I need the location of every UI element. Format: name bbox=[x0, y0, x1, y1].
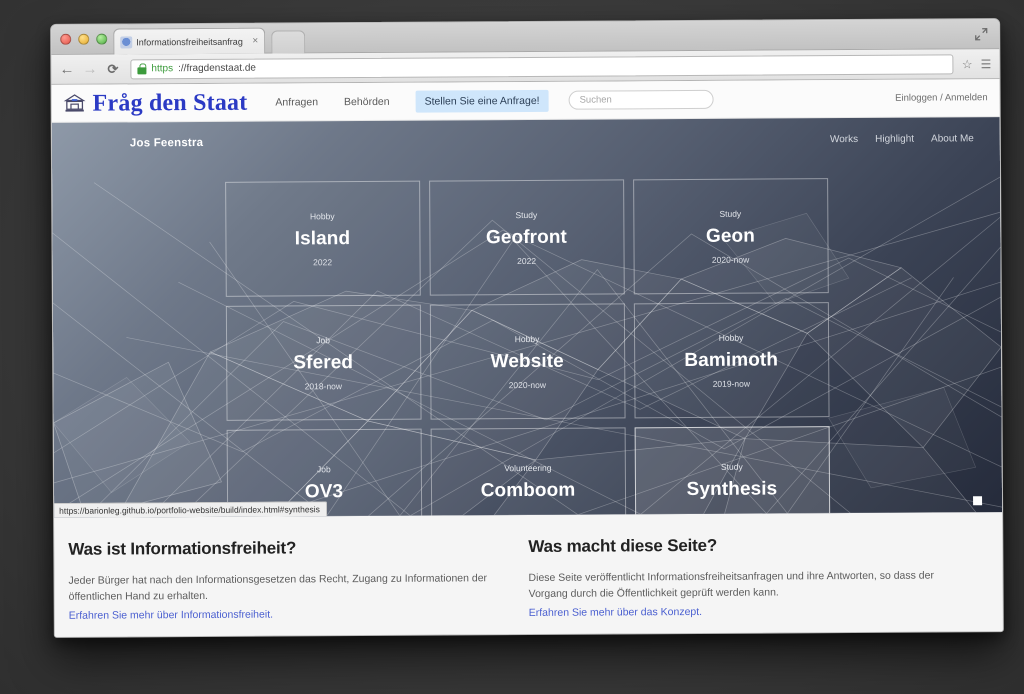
project-category: Hobby bbox=[718, 332, 744, 343]
browser-window: Informationsfreiheitsanfrag × ← → ⟳ http… bbox=[50, 18, 1004, 638]
minimize-window-button[interactable] bbox=[78, 33, 90, 45]
project-year: 2020-now bbox=[711, 254, 750, 265]
info-paragraph: Diese Seite veröffentlicht Informationsf… bbox=[528, 569, 935, 601]
project-year: 2018-now bbox=[304, 380, 343, 391]
project-year: 2019-now bbox=[712, 378, 751, 389]
project-category: Job bbox=[316, 334, 330, 345]
brand-wordmark: Fråg den Staat bbox=[92, 89, 248, 117]
project-category: Study bbox=[719, 208, 742, 219]
nav-item-behoerden[interactable]: Behörden bbox=[344, 95, 390, 107]
portfolio-nav-highlight[interactable]: Highlight bbox=[875, 133, 914, 144]
site-nav: Anfragen Behörden bbox=[275, 95, 389, 108]
scroll-indicator[interactable] bbox=[973, 496, 983, 506]
site-logo[interactable]: Fråg den Staat bbox=[63, 89, 248, 117]
url-text: ://fragdenstaat.de bbox=[178, 62, 256, 75]
project-title: Island bbox=[294, 227, 351, 249]
project-title: Website bbox=[490, 350, 564, 372]
info-paragraph: Jeder Bürger hat nach den Informationsge… bbox=[68, 572, 488, 604]
project-card[interactable]: Study Geon 2020-now bbox=[632, 178, 829, 295]
info-column-right: Was macht diese Seite? Diese Seite veröf… bbox=[528, 534, 989, 621]
project-title: OV3 bbox=[304, 480, 344, 502]
url-scheme: https bbox=[151, 63, 174, 75]
page-viewport: Fråg den Staat Anfragen Behörden Stellen… bbox=[51, 79, 1003, 638]
government-building-icon bbox=[63, 94, 86, 112]
fullscreen-icon[interactable] bbox=[974, 27, 988, 41]
make-request-button[interactable]: Stellen Sie eine Anfrage! bbox=[415, 89, 549, 113]
browser-tab-active[interactable]: Informationsfreiheitsanfrag × bbox=[113, 27, 266, 55]
project-category: Study bbox=[515, 209, 538, 220]
favicon-icon bbox=[120, 35, 133, 48]
new-tab-button[interactable] bbox=[271, 30, 306, 54]
portfolio-author-name: Jos Feenstra bbox=[129, 136, 204, 150]
site-header: Fråg den Staat Anfragen Behörden Stellen… bbox=[51, 79, 1000, 123]
project-year: 2022 bbox=[517, 255, 537, 266]
project-category: Volunteering bbox=[504, 462, 552, 473]
project-card[interactable]: Hobby Website 2020-now bbox=[429, 303, 626, 420]
info-section: Was ist Informationsfreiheit? Jeder Bürg… bbox=[54, 512, 1003, 624]
close-window-button[interactable] bbox=[60, 33, 72, 45]
info-link[interactable]: Erfahren Sie mehr über das Konzept. bbox=[529, 603, 702, 620]
bookmark-star-icon[interactable]: ☆ bbox=[962, 57, 973, 71]
project-card-grid: Hobby Island 2022 Study Geofront 2022 St… bbox=[52, 159, 1002, 518]
reload-button[interactable]: ⟳ bbox=[105, 61, 120, 76]
project-title: Comboom bbox=[480, 479, 576, 501]
forward-button[interactable]: → bbox=[82, 61, 97, 78]
info-column-left: Was ist Informationsfreiheit? Jeder Bürg… bbox=[68, 537, 529, 624]
project-card[interactable]: Volunteering Comboom bbox=[430, 427, 626, 518]
project-card[interactable]: Hobby Bamimoth 2019-now bbox=[633, 302, 830, 419]
project-year: 2022 bbox=[313, 256, 333, 267]
info-link[interactable]: Erfahren Sie mehr über Informationsfreih… bbox=[69, 606, 273, 624]
back-button[interactable]: ← bbox=[59, 61, 74, 78]
search-input[interactable]: Suchen bbox=[568, 89, 714, 110]
project-card[interactable]: Job Sfered 2018-now bbox=[225, 304, 422, 421]
close-tab-icon[interactable]: × bbox=[252, 35, 258, 46]
browser-tab-strip: Informationsfreiheitsanfrag × bbox=[51, 19, 1000, 55]
project-card-hovered[interactable]: Study Synthesis bbox=[634, 426, 830, 518]
project-title: Sfered bbox=[293, 351, 354, 373]
status-bar-url: https://barionleg.github.io/portfolio-we… bbox=[54, 501, 327, 518]
portfolio-embed: Jos Feenstra Works Highlight About Me Ho… bbox=[51, 117, 1003, 518]
window-controls bbox=[60, 33, 108, 45]
address-bar[interactable]: https ://fragdenstaat.de bbox=[130, 53, 954, 79]
project-category: Study bbox=[720, 461, 743, 472]
lock-icon bbox=[137, 63, 146, 74]
project-title: Geofront bbox=[485, 226, 568, 248]
portfolio-nav-about[interactable]: About Me bbox=[931, 133, 974, 144]
project-card[interactable]: Hobby Island 2022 bbox=[224, 180, 421, 297]
search-placeholder: Suchen bbox=[579, 94, 612, 106]
info-heading: Was ist Informationsfreiheit? bbox=[68, 538, 297, 559]
portfolio-header: Jos Feenstra Works Highlight About Me bbox=[52, 117, 1000, 165]
portfolio-nav-works[interactable]: Works bbox=[830, 133, 858, 144]
project-category: Job bbox=[316, 463, 331, 474]
project-title: Geon bbox=[705, 225, 755, 247]
login-register-link[interactable]: Einloggen / Anmelden bbox=[895, 92, 988, 104]
tab-title: Informationsfreiheitsanfrag bbox=[136, 36, 243, 47]
info-heading: Was macht diese Seite? bbox=[528, 535, 718, 556]
project-year: 2020-now bbox=[508, 379, 547, 390]
project-card[interactable]: Study Geofront 2022 bbox=[428, 179, 625, 296]
project-title: Bamimoth bbox=[684, 348, 779, 371]
project-title: Synthesis bbox=[686, 477, 778, 500]
maximize-window-button[interactable] bbox=[96, 33, 108, 45]
hamburger-menu-icon[interactable]: ☰ bbox=[981, 57, 992, 71]
portfolio-nav: Works Highlight About Me bbox=[830, 133, 974, 145]
project-category: Hobby bbox=[514, 333, 540, 344]
nav-item-anfragen[interactable]: Anfragen bbox=[275, 96, 318, 108]
project-category: Hobby bbox=[309, 210, 335, 221]
